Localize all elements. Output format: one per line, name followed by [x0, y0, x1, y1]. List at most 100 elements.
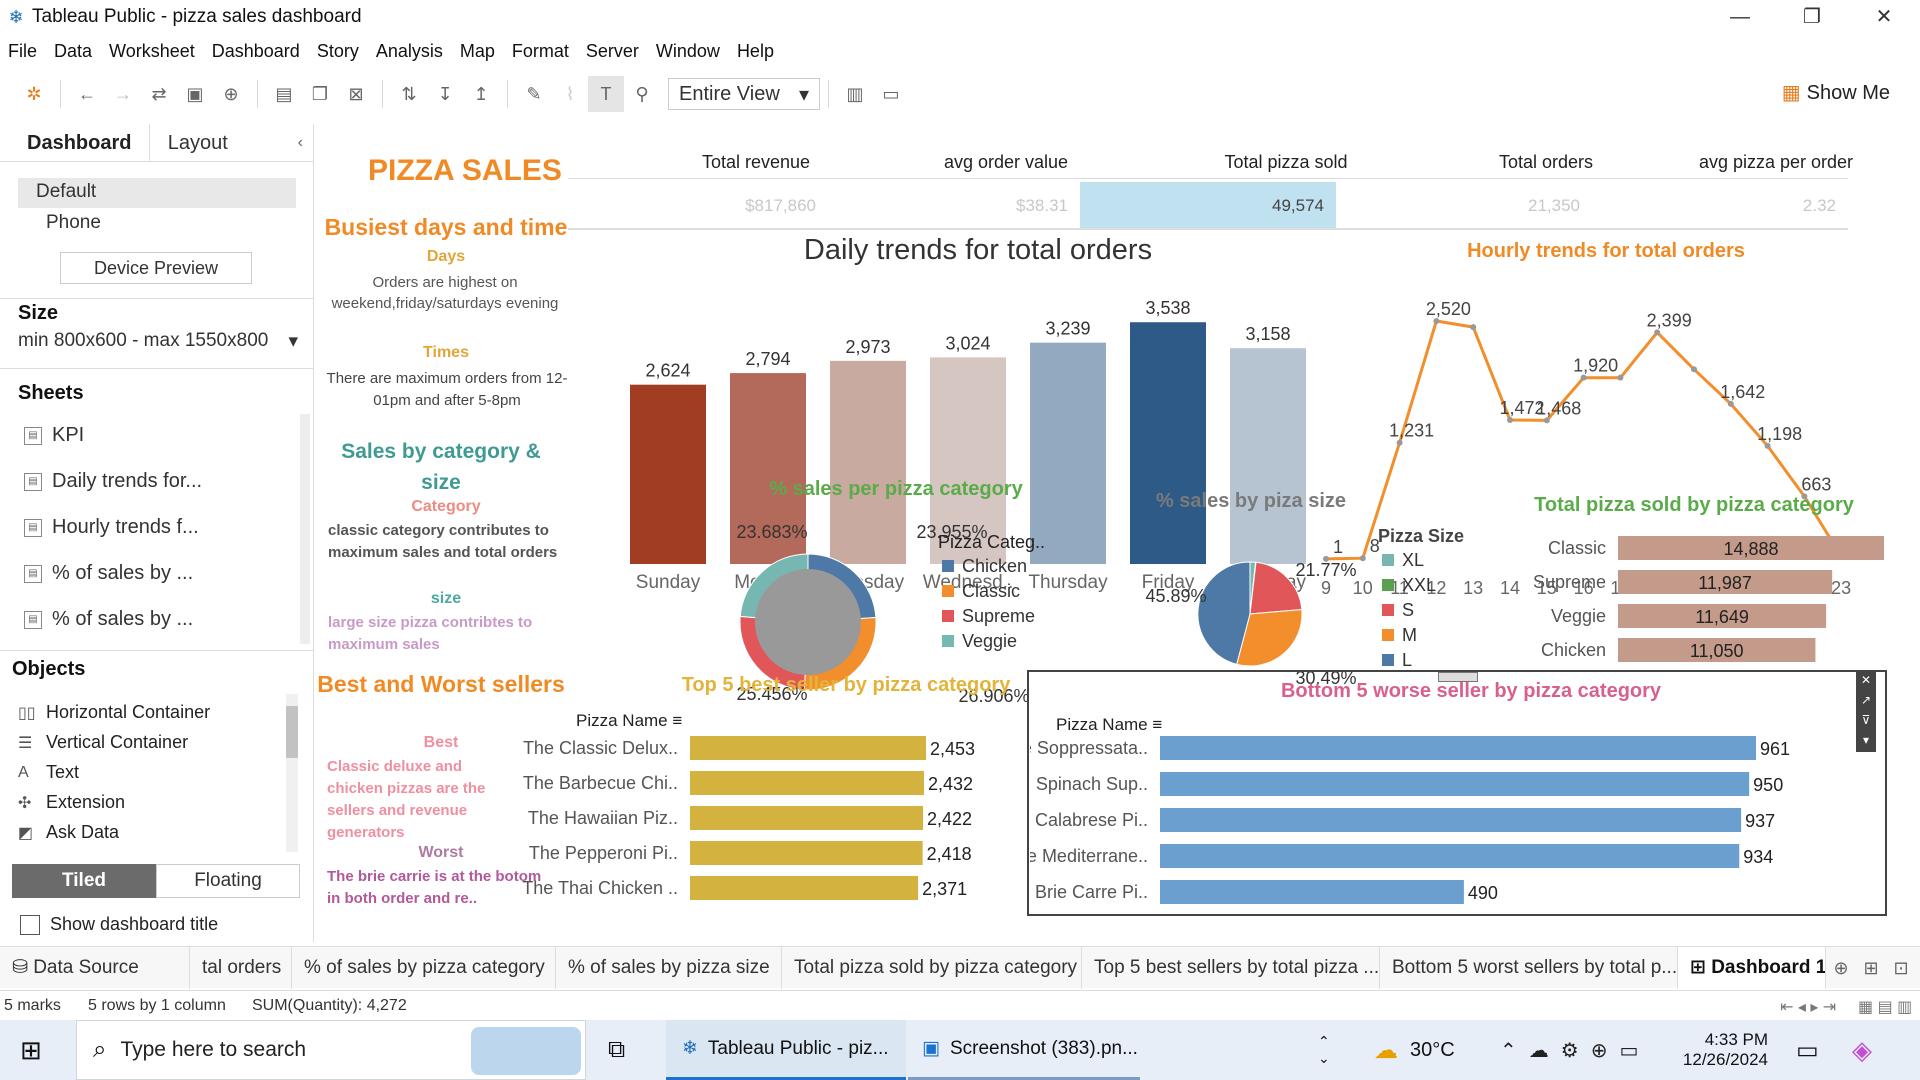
sort-ascending-icon[interactable]: ↧ [427, 76, 463, 112]
sort-descending-icon[interactable]: ↥ [463, 76, 499, 112]
menu-server[interactable]: Server [586, 41, 639, 62]
sheets-scrollbar[interactable] [300, 414, 310, 644]
tab-pct-category[interactable]: % of sales by pizza category [292, 946, 556, 989]
tableau-app-icon: ❄ [682, 1038, 698, 1059]
menu-map[interactable]: Map [460, 41, 495, 62]
menu-story[interactable]: Story [317, 41, 359, 62]
tab-top5[interactable]: Top 5 best sellers by total pizza ... [1082, 946, 1380, 989]
size-legend-title: Pizza Size [1378, 526, 1464, 546]
taskbar-search[interactable]: ⌕ Type here to search [76, 1020, 586, 1080]
taskbar-scroll-arrows[interactable]: ⌃ ⌄ [1318, 1020, 1330, 1080]
category-total-category-label: Supreme [1533, 572, 1606, 592]
save-icon[interactable]: ▣ [177, 76, 213, 112]
chevron-down-icon: ▾ [288, 331, 298, 352]
new-datasource-icon[interactable]: ⊕ [213, 76, 249, 112]
tableau-home-icon[interactable]: ✲ [16, 76, 52, 112]
menu-analysis[interactable]: Analysis [376, 41, 443, 62]
menu-help[interactable]: Help [737, 41, 774, 62]
swap-icon[interactable]: ⇄ [141, 76, 177, 112]
duplicate-icon[interactable]: ❐ [302, 76, 338, 112]
collapse-pane-icon[interactable]: ‹ [298, 124, 313, 161]
bottom5-title: Bottom 5 worse seller by pizza category [1280, 680, 1662, 702]
tab-nav-icons[interactable]: ⇤ ◂ ▸ ⇥ [1780, 997, 1836, 1017]
show-title-checkbox[interactable]: Show dashboard title [20, 914, 218, 935]
tab-data-source[interactable]: ⛁ Data Source [0, 946, 190, 989]
category-total-category-label: Classic [1548, 538, 1606, 558]
tab-daily-orders[interactable]: tal orders [190, 946, 292, 989]
kpi-value-avg-order[interactable]: $38.31 [828, 182, 1080, 230]
menu-format[interactable]: Format [512, 41, 569, 62]
show-cards-icon[interactable]: ▥ [837, 76, 873, 112]
menu-dashboard[interactable]: Dashboard [212, 41, 300, 62]
floating-button[interactable]: Floating [156, 864, 300, 898]
new-story-tab-icon[interactable]: ⊡ [1886, 950, 1916, 986]
kpi-value-avg-pizza[interactable]: 2.32 [1592, 182, 1848, 230]
fit-dropdown[interactable]: Entire View ▾ [668, 78, 820, 110]
size-legend-swatch [1382, 654, 1394, 666]
sheet-item-pct-category[interactable]: ▤% of sales by ... [24, 562, 193, 585]
category-legend-label: Classic [962, 581, 1020, 601]
menu-file[interactable]: File [8, 41, 37, 62]
weather-widget[interactable]: ☁ 30°C [1374, 1020, 1455, 1080]
objects-scrollbar[interactable] [286, 694, 298, 852]
new-dashboard-tab-icon[interactable]: ⊞ [1856, 950, 1886, 986]
system-tray-icons[interactable]: ⌃☁⚙⊕▭ [1500, 1020, 1650, 1080]
status-rows: 5 rows by 1 column [88, 997, 226, 1014]
copilot-icon[interactable]: ◈ [1852, 1020, 1872, 1080]
tab-layout[interactable]: Layout [149, 124, 298, 161]
kpi-value-total-orders[interactable]: 21,350 [1336, 182, 1592, 230]
new-worksheet-icon[interactable]: ▤ [266, 76, 302, 112]
tab-dashboard-1[interactable]: ⊞ Dashboard 1 [1678, 946, 1826, 989]
view-mode-icons[interactable]: ▦ ▤ ▥ [1858, 997, 1912, 1017]
category-legend-title: Pizza Categ.. [938, 532, 1045, 552]
restore-button[interactable]: ❐ [1776, 0, 1848, 34]
windows-start-icon[interactable]: ⊞ [20, 1020, 42, 1080]
device-phone[interactable]: Phone [46, 212, 101, 234]
device-preview-button[interactable]: Device Preview [60, 252, 252, 284]
pin-icon[interactable]: ⚲ [624, 76, 660, 112]
object-horizontal-container[interactable]: ▯▯ Horizontal Container [18, 702, 210, 723]
labels-icon[interactable]: T [588, 76, 624, 112]
sheet-item-hourly[interactable]: ▤ Hourly trends f... [24, 516, 199, 539]
menu-data[interactable]: Data [54, 41, 92, 62]
show-me-button[interactable]: ▦ Show Me [1782, 80, 1890, 105]
highlight-icon[interactable]: ✎ [516, 76, 552, 112]
tab-bottom5[interactable]: Bottom 5 worst sellers by total p... [1380, 946, 1678, 989]
size-pie-label: 45.89% [1146, 586, 1207, 606]
swap-rows-icon[interactable]: ⇅ [391, 76, 427, 112]
notification-icon[interactable]: ▭ [1796, 1020, 1819, 1080]
kpi-value-pizza-sold[interactable]: 49,574 [1080, 182, 1336, 230]
object-text[interactable]: A Text [18, 762, 79, 783]
kpi-value-revenue[interactable]: $817,860 [568, 182, 828, 230]
size-dropdown[interactable]: min 800x600 - max 1550x800 ▾ [18, 330, 298, 353]
object-ask-data[interactable]: ◩ Ask Data [18, 822, 119, 843]
menu-worksheet[interactable]: Worksheet [109, 41, 195, 62]
sheet-item-kpi[interactable]: ▤ KPI [24, 424, 84, 447]
tab-pct-size[interactable]: % of sales by pizza size [556, 946, 782, 989]
clock[interactable]: 4:33 PM 12/26/2024 [1678, 1020, 1768, 1080]
object-extension[interactable]: ✣ Extension [18, 792, 125, 813]
bottom5-bar [1160, 808, 1742, 832]
chevron-down-icon: ▾ [798, 83, 809, 106]
title-bar: ❄ Tableau Public - pizza sales dashboard… [0, 0, 1920, 34]
clear-sheet-icon[interactable]: ⊠ [338, 76, 374, 112]
tiled-button[interactable]: Tiled [12, 864, 156, 898]
presentation-icon[interactable]: ▭ [873, 76, 909, 112]
close-button[interactable]: ✕ [1848, 0, 1920, 34]
tab-total-category[interactable]: Total pizza sold by pizza category [782, 946, 1082, 989]
redo-icon[interactable]: → [105, 76, 141, 112]
device-default[interactable]: Default [18, 178, 296, 208]
menu-window[interactable]: Window [656, 41, 720, 62]
size-legend-swatch [1382, 554, 1394, 566]
new-worksheet-tab-icon[interactable]: ⊕ [1826, 950, 1856, 986]
sheet-item-daily[interactable]: ▤ Daily trends for... [24, 470, 202, 493]
taskbar-app-photos[interactable]: ▣ Screenshot (383).pn... [908, 1020, 1140, 1080]
taskbar-app-tableau[interactable]: ❄ Tableau Public - piz... [666, 1020, 906, 1080]
sheet-item-pct-size[interactable]: ▤% of sales by ... [24, 608, 193, 631]
undo-icon[interactable]: ← [69, 76, 105, 112]
object-vertical-container[interactable]: ☰ Vertical Container [18, 732, 188, 753]
tab-dashboard[interactable]: Dashboard [0, 124, 150, 161]
group-icon[interactable]: ⌇ [552, 76, 588, 112]
minimize-button[interactable]: — [1704, 0, 1776, 34]
task-view-icon[interactable]: ⧉ [608, 1020, 625, 1080]
